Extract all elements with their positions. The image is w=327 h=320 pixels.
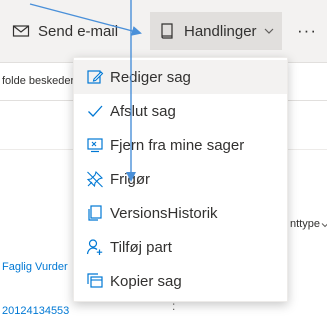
actions-label: Handlinger: [184, 22, 257, 40]
chevron-down-icon: [264, 28, 273, 34]
more-options-label: ···: [297, 21, 317, 40]
menu-item-copy-case[interactable]: Kopier sag: [74, 264, 287, 298]
menu-item-release[interactable]: Frigør: [74, 162, 287, 196]
column-header-type[interactable]: nttype: [290, 218, 320, 230]
menu-item-label: Kopier sag: [110, 272, 182, 290]
menu-item-close-case[interactable]: Afslut sag: [74, 94, 287, 128]
send-email-label: Send e-mail: [38, 22, 119, 40]
mail-icon: [12, 25, 30, 37]
actions-dropdown-button[interactable]: Handlinger: [150, 12, 282, 50]
unpin-icon: [86, 170, 104, 188]
edit-icon: [87, 70, 104, 84]
remove-icon: [87, 138, 103, 153]
add-person-icon: [86, 239, 103, 255]
menu-item-add-party[interactable]: Tilføj part: [74, 230, 287, 264]
more-options-button[interactable]: ···: [292, 12, 322, 50]
send-email-button[interactable]: Send e-mail: [12, 12, 118, 50]
command-bar: Send e-mail Handlinger ···: [0, 0, 327, 63]
menu-item-label: Afslut sag: [110, 102, 176, 120]
menu-item-label: Tilføj part: [110, 238, 172, 256]
copy-case-icon: [87, 273, 103, 288]
table-cell-link[interactable]: Faglig Vurder: [2, 261, 68, 273]
table-cell-link[interactable]: 20124134553: [2, 305, 69, 317]
menu-item-remove-from-my-cases[interactable]: Fjern fra mine sager: [74, 128, 287, 162]
menu-item-edit-case[interactable]: Rediger sag: [74, 60, 287, 94]
menu-item-label: VersionsHistorik: [110, 204, 218, 222]
menu-item-version-history[interactable]: VersionsHistorik: [74, 196, 287, 230]
subtitle-text: folde beskeder: [2, 75, 75, 87]
menu-item-label: Frigør: [110, 170, 150, 188]
book-icon: [161, 23, 173, 39]
copy-icon: [88, 205, 102, 221]
chevron-down-icon: [321, 223, 327, 228]
menu-item-label: Fjern fra mine sager: [110, 136, 245, 154]
menu-item-label: Rediger sag: [110, 68, 191, 86]
actions-dropdown-menu: Rediger sag Afslut sag Fjern fra mine sa…: [73, 57, 288, 302]
checkmark-icon: [88, 105, 103, 117]
